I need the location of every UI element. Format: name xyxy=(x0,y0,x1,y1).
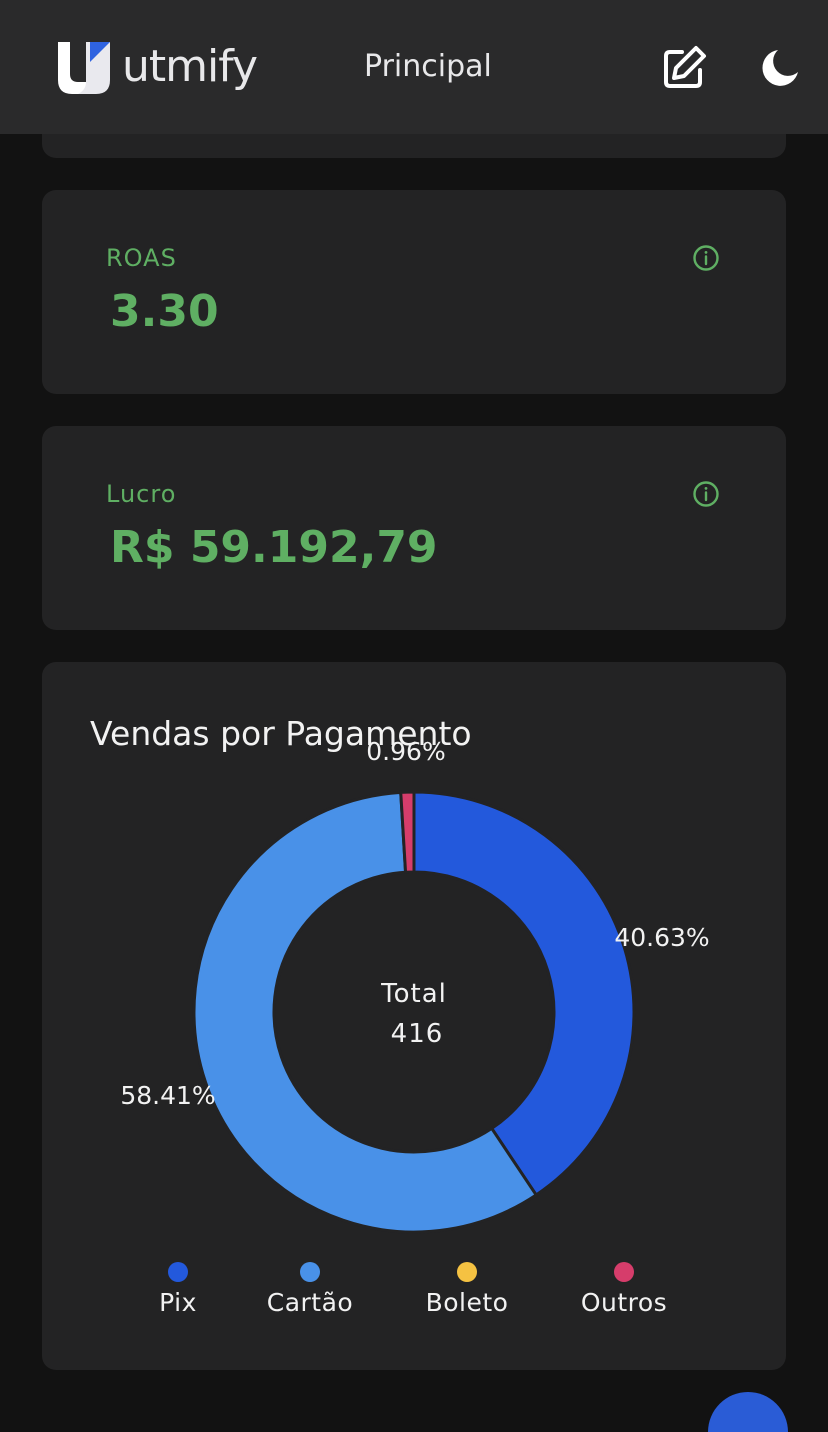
slice-label-cartao: 58.41% xyxy=(120,1081,215,1110)
donut-chart: 40.63% 58.41% 0.96% Total 416 xyxy=(120,737,710,1234)
legend-item-pix[interactable]: Pix xyxy=(118,1262,238,1317)
legend-item-cartao[interactable]: Cartão xyxy=(250,1262,370,1317)
info-icon[interactable] xyxy=(692,244,720,272)
legend-dot xyxy=(168,1262,188,1282)
brand-logo[interactable]: utmify xyxy=(56,40,258,94)
legend-dot xyxy=(300,1262,320,1282)
total-label: Total xyxy=(380,979,447,1009)
roas-label: ROAS xyxy=(106,244,177,272)
legend-label: Pix xyxy=(159,1288,197,1317)
legend-item-boleto[interactable]: Boleto xyxy=(407,1262,527,1317)
chart-legend: Pix Cartão Boleto Outros xyxy=(42,1262,786,1322)
utmify-logo-icon xyxy=(58,42,110,94)
edit-icon[interactable] xyxy=(660,44,708,92)
legend-label: Boleto xyxy=(425,1288,509,1317)
lucro-card: Lucro R$ 59.192,79 xyxy=(42,426,786,630)
info-icon[interactable] xyxy=(692,480,720,508)
legend-dot xyxy=(457,1262,477,1282)
app-header: utmify Principal xyxy=(0,0,828,134)
roas-value: 3.30 xyxy=(110,286,219,337)
legend-dot xyxy=(614,1262,634,1282)
lucro-value: R$ 59.192,79 xyxy=(110,522,438,573)
slice-label-pix: 40.63% xyxy=(614,923,709,952)
total-value: 416 xyxy=(391,1019,444,1049)
legend-label: Outros xyxy=(580,1288,668,1317)
page-title: Principal xyxy=(364,49,492,84)
legend-item-outros[interactable]: Outros xyxy=(564,1262,684,1317)
moon-icon[interactable] xyxy=(758,46,802,90)
brand-name: utmify xyxy=(122,41,258,92)
lucro-label: Lucro xyxy=(106,480,177,508)
floating-action-button[interactable] xyxy=(708,1392,788,1432)
slice-pix[interactable] xyxy=(412,790,636,1198)
roas-card: ROAS 3.30 xyxy=(42,190,786,394)
sales-by-payment-card: Vendas por Pagamento 40.63% 58.41% 0.96% T… xyxy=(42,662,786,1370)
legend-label: Cartão xyxy=(266,1288,354,1317)
slice-label-outros: 0.96% xyxy=(366,737,445,766)
